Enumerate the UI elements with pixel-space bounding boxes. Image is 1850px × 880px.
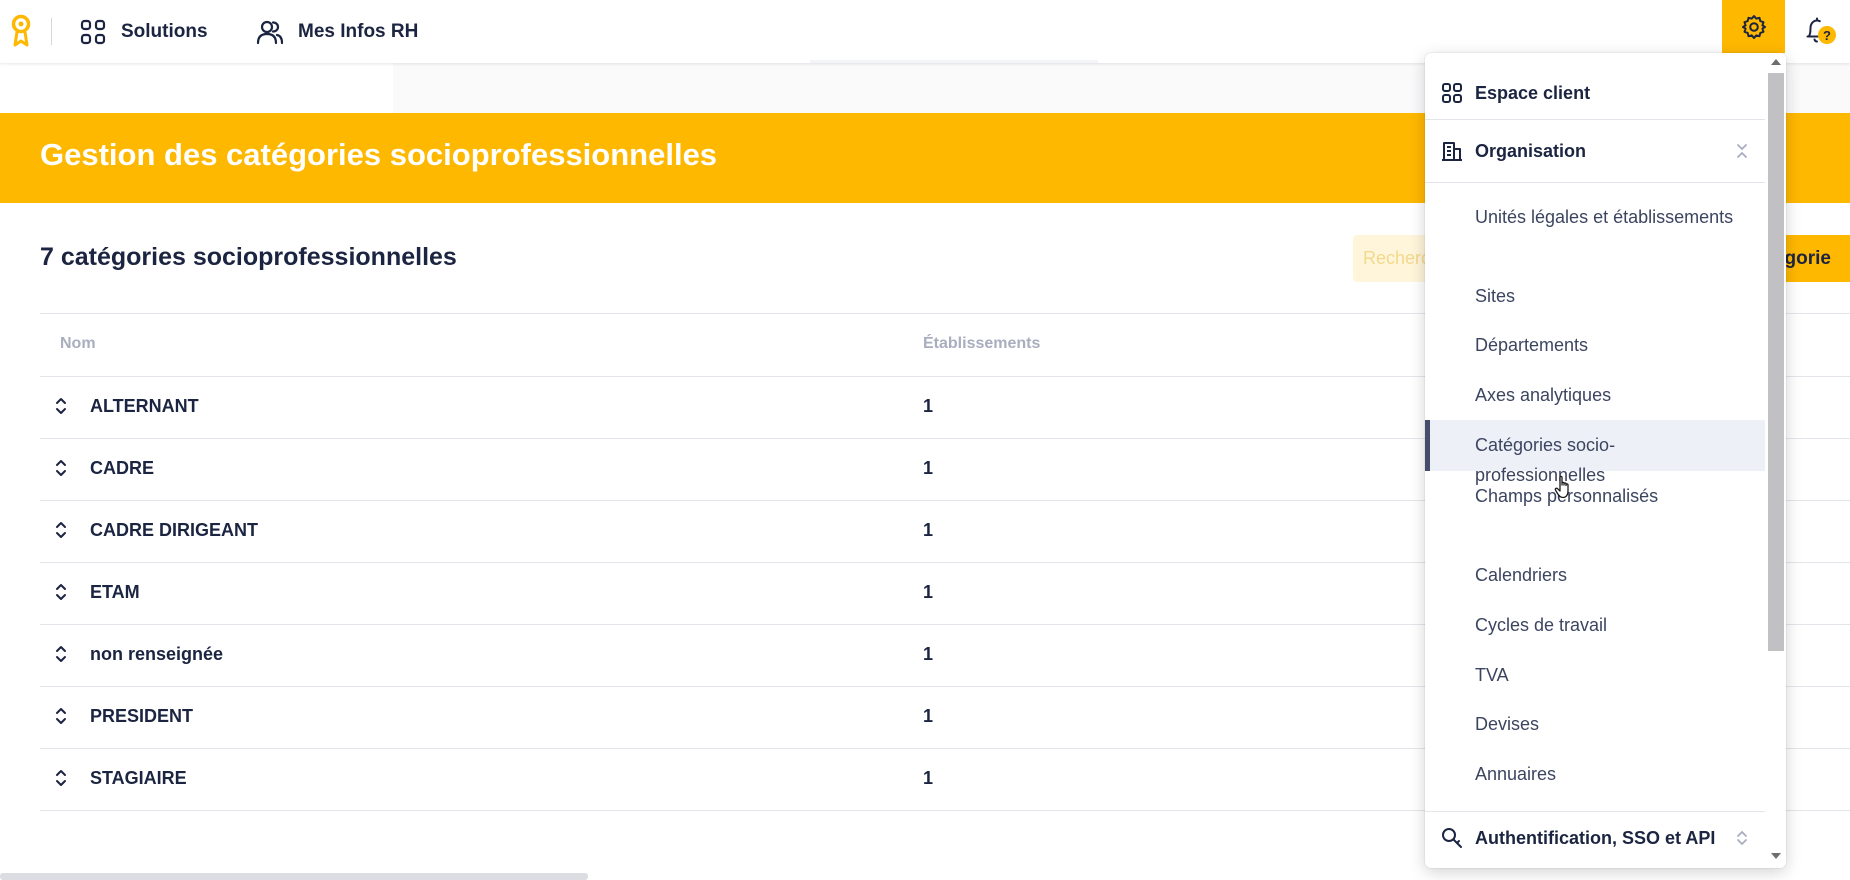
column-header-etablissements[interactable]: Établissements xyxy=(923,335,1040,353)
hand-cursor-icon xyxy=(1553,474,1575,500)
settings-menu: Espace client Organisation Unités légale… xyxy=(1425,53,1786,868)
sort-handle-icon[interactable] xyxy=(54,581,68,603)
cell-nom: ALTERNANT xyxy=(90,396,199,416)
menu-item[interactable]: TVA xyxy=(1425,650,1765,699)
sort-handle-icon[interactable] xyxy=(54,767,68,789)
cell-etablissements: 1 xyxy=(923,582,934,602)
sort-handle-icon[interactable] xyxy=(54,395,68,417)
menu-item[interactable]: Champs personnalisés xyxy=(1425,471,1765,550)
sort-handle-icon[interactable] xyxy=(54,519,68,541)
categories-count-title: 7 catégories socioprofessionnelles xyxy=(40,243,457,271)
tab-indicator xyxy=(810,60,1098,63)
horizontal-scrollbar[interactable] xyxy=(0,873,588,880)
cell-etablissements: 1 xyxy=(923,396,934,416)
page-title: Gestion des catégories socioprofessionne… xyxy=(40,137,718,172)
menu-espace-client-label: Espace client xyxy=(1475,82,1591,103)
cell-etablissements: 1 xyxy=(923,706,934,726)
cell-etablissements: 1 xyxy=(923,458,934,478)
nav-solutions-label: Solutions xyxy=(121,20,208,42)
cell-nom: CADRE xyxy=(90,458,155,478)
sort-handle-icon[interactable] xyxy=(54,705,68,727)
settings-button[interactable] xyxy=(1722,0,1785,53)
settings-menu-list: Espace client Organisation Unités légale… xyxy=(1425,53,1765,868)
chevron-collapse-icon[interactable] xyxy=(1735,142,1749,160)
menu-item[interactable]: Catégories socio-professionnelles xyxy=(1425,420,1765,485)
scroll-up-arrow-icon[interactable] xyxy=(1771,59,1781,65)
menu-scrollbar-thumb[interactable] xyxy=(1768,73,1784,651)
menu-item[interactable]: Axes analytiques xyxy=(1425,370,1765,420)
menu-espace-client[interactable]: Espace client xyxy=(1425,67,1765,120)
sort-handle-icon[interactable] xyxy=(54,643,68,665)
building-icon xyxy=(1441,140,1463,162)
cell-etablissements: 1 xyxy=(923,520,934,540)
sort-handle-icon[interactable] xyxy=(54,457,68,479)
menu-item[interactable]: Calendriers xyxy=(1425,550,1765,600)
menu-organisation-label: Organisation xyxy=(1475,140,1587,161)
menu-item[interactable]: Unités légales et établissements xyxy=(1425,192,1765,271)
cell-etablissements: 1 xyxy=(923,768,934,788)
menu-item[interactable]: Sites xyxy=(1425,271,1765,320)
add-category-button-label: gorie xyxy=(1784,247,1831,269)
app-logo-icon[interactable] xyxy=(9,14,33,48)
cell-nom: STAGIAIRE xyxy=(90,768,187,788)
menu-item[interactable]: Départements xyxy=(1425,320,1765,370)
menu-item[interactable]: Cycles de travail xyxy=(1425,600,1765,650)
cell-nom: non renseignée xyxy=(90,644,224,664)
nav-mes-infos-rh[interactable]: Mes Infos RH xyxy=(256,0,418,63)
cell-nom: PRESIDENT xyxy=(90,706,194,726)
cell-nom: CADRE DIRIGEANT xyxy=(90,520,259,540)
nav-solutions[interactable]: Solutions xyxy=(79,0,208,63)
notification-badge: ? xyxy=(1818,26,1836,44)
menu-authentification[interactable]: Authentification, SSO et API xyxy=(1425,811,1765,864)
nav-mes-infos-rh-label: Mes Infos RH xyxy=(298,20,419,42)
search-key-icon xyxy=(1441,827,1463,849)
menu-authentification-label: Authentification, SSO et API xyxy=(1475,827,1716,848)
cell-nom: ETAM xyxy=(90,582,140,602)
chevron-expand-icon[interactable] xyxy=(1735,829,1749,847)
gear-icon xyxy=(1741,14,1767,40)
menu-item[interactable]: Devises xyxy=(1425,699,1765,749)
menu-organisation[interactable]: Organisation xyxy=(1425,120,1765,183)
menu-item[interactable]: Annuaires xyxy=(1425,749,1765,799)
cell-etablissements: 1 xyxy=(923,644,934,664)
logo-divider xyxy=(51,18,52,45)
grid-icon xyxy=(1441,82,1463,104)
scroll-down-arrow-icon[interactable] xyxy=(1771,853,1781,859)
users-icon xyxy=(256,18,284,46)
grid-icon xyxy=(79,18,107,46)
column-header-nom[interactable]: Nom xyxy=(60,335,96,353)
